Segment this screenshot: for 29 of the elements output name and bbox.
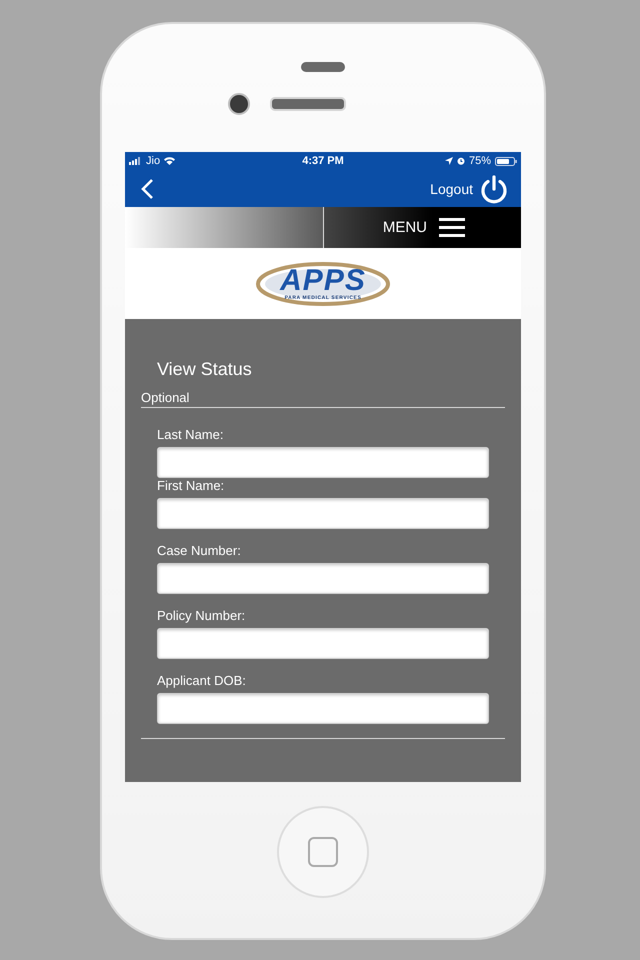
status-time: 4:37 PM: [302, 155, 344, 167]
alarm-icon: [456, 157, 465, 165]
input-field[interactable]: [157, 447, 489, 478]
battery-icon: [494, 156, 517, 166]
battery-percent: 75%: [468, 155, 491, 167]
camera-icon: [228, 93, 250, 115]
power-icon: [479, 174, 509, 204]
wifi-icon: [164, 157, 176, 165]
page-title: View Status: [156, 359, 253, 380]
menu-button[interactable]: MENU: [324, 207, 521, 248]
speaker-icon: [270, 97, 346, 111]
field-label: Case Number:: [157, 543, 242, 560]
field-label: First Name:: [157, 478, 226, 495]
carrier-name: Jio: [146, 155, 160, 167]
field-label: Last Name:: [157, 427, 224, 444]
hamburger-icon: [439, 218, 465, 237]
input-field[interactable]: [157, 693, 489, 724]
home-square-icon: [308, 837, 338, 867]
input-field[interactable]: [157, 498, 489, 529]
logout-button[interactable]: Logout: [430, 174, 509, 204]
field-label: Policy Number:: [157, 608, 246, 625]
location-icon: [444, 157, 453, 165]
input-field[interactable]: [157, 628, 489, 659]
sensor-icon: [301, 62, 345, 72]
signal-icon: [129, 157, 142, 165]
section-label: Optional: [141, 390, 505, 408]
input-field[interactable]: [157, 563, 489, 594]
field-label: Applicant DOB:: [157, 673, 247, 690]
back-icon[interactable]: [141, 178, 154, 200]
